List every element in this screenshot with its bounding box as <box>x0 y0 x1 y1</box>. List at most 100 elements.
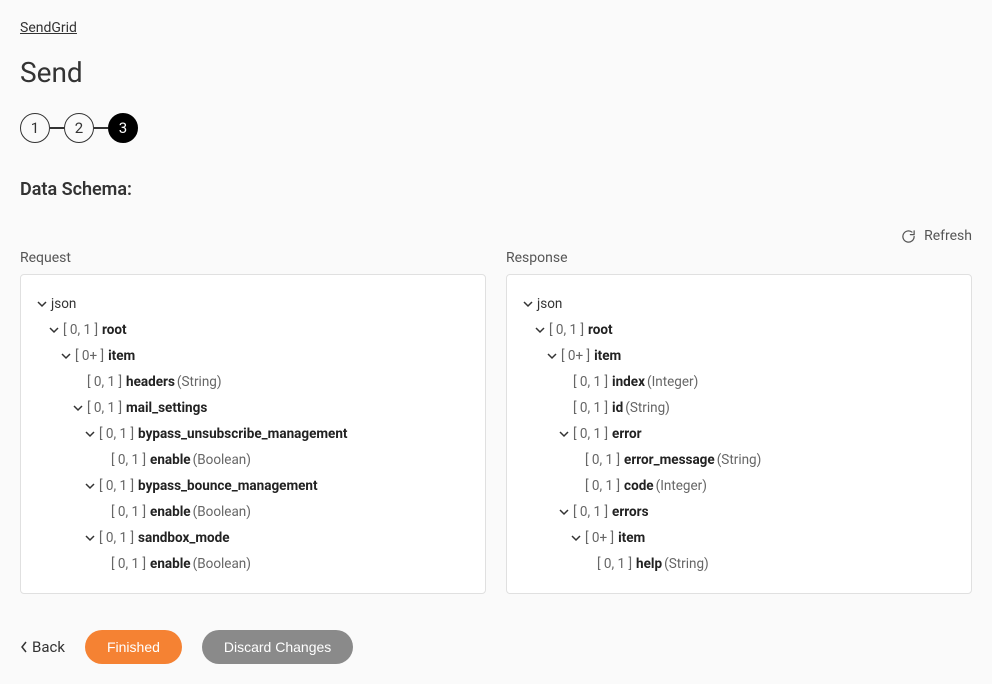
tree-node: [ 0, 1 ] help (String) <box>519 551 959 577</box>
tree-cardinality: [ 0, 1 ] <box>111 556 146 572</box>
tree-node: [ 0, 1 ] code (Integer) <box>519 473 959 499</box>
chevron-down-icon[interactable] <box>81 532 99 544</box>
tree-cardinality: [ 0, 1 ] <box>597 556 632 572</box>
tree-node: [ 0, 1 ] bypass_bounce_management <box>33 473 473 499</box>
tree-node-type: (String) <box>664 556 709 572</box>
tree-node-type: (String) <box>717 452 762 468</box>
tree-node: [ 0+ ] item <box>33 343 473 369</box>
tree-node: [ 0, 1 ] id (String) <box>519 395 959 421</box>
tree-node-name: bypass_unsubscribe_management <box>138 426 347 442</box>
tree-node-name: item <box>108 348 135 364</box>
tree-node-name: item <box>594 348 621 364</box>
chevron-down-icon[interactable] <box>81 428 99 440</box>
tree-cardinality: [ 0, 1 ] <box>549 322 584 338</box>
response-label: Response <box>506 250 972 266</box>
chevron-down-icon[interactable] <box>543 350 561 362</box>
tree-node: json <box>519 291 959 317</box>
tree-node: [ 0+ ] item <box>519 343 959 369</box>
step-3[interactable]: 3 <box>108 113 138 143</box>
refresh-button[interactable]: Refresh <box>20 228 972 244</box>
tree-node-name: errors <box>612 504 648 520</box>
page-title: Send <box>20 56 972 89</box>
tree-cardinality: [ 0+ ] <box>585 530 614 546</box>
tree-cardinality: [ 0+ ] <box>75 348 104 364</box>
tree-node-type: (Integer) <box>647 374 698 390</box>
tree-node: [ 0, 1 ] index (Integer) <box>519 369 959 395</box>
response-panel: json[ 0, 1 ] root[ 0+ ] item[ 0, 1 ] ind… <box>506 274 972 594</box>
tree-node-name: root <box>102 322 127 338</box>
tree-cardinality: [ 0, 1 ] <box>99 426 134 442</box>
tree-cardinality: [ 0, 1 ] <box>111 452 146 468</box>
tree-cardinality: [ 0, 1 ] <box>585 452 620 468</box>
tree-node: [ 0, 1 ] error <box>519 421 959 447</box>
chevron-down-icon[interactable] <box>567 532 585 544</box>
tree-node-type: (Boolean) <box>193 452 251 468</box>
refresh-icon <box>901 229 916 244</box>
tree-node: [ 0, 1 ] enable (Boolean) <box>33 551 473 577</box>
tree-node: json <box>33 291 473 317</box>
chevron-left-icon <box>20 641 28 653</box>
chevron-down-icon[interactable] <box>519 298 537 310</box>
tree-node-name: help <box>636 556 662 572</box>
discard-button[interactable]: Discard Changes <box>202 630 353 664</box>
chevron-down-icon[interactable] <box>33 298 51 310</box>
tree-node-name: code <box>624 478 654 494</box>
chevron-down-icon[interactable] <box>531 324 549 336</box>
tree-node: [ 0, 1 ] bypass_unsubscribe_management <box>33 421 473 447</box>
tree-cardinality: [ 0, 1 ] <box>63 322 98 338</box>
tree-cardinality: [ 0, 1 ] <box>585 478 620 494</box>
response-column: Response json[ 0, 1 ] root[ 0+ ] item[ 0… <box>506 250 972 594</box>
tree-node-name: mail_settings <box>126 400 207 416</box>
back-label: Back <box>32 638 65 656</box>
tree-node-name: item <box>618 530 645 546</box>
tree-node-name: sandbox_mode <box>138 530 229 546</box>
tree-node: [ 0, 1 ] errors <box>519 499 959 525</box>
tree-node-name: enable <box>150 504 191 520</box>
step-2[interactable]: 2 <box>64 113 94 143</box>
tree-node: [ 0, 1 ] root <box>519 317 959 343</box>
tree-node-type: (Boolean) <box>193 504 251 520</box>
tree-cardinality: [ 0, 1 ] <box>573 504 608 520</box>
chevron-down-icon[interactable] <box>45 324 63 336</box>
tree-node: [ 0, 1 ] headers (String) <box>33 369 473 395</box>
chevron-down-icon[interactable] <box>57 350 75 362</box>
tree-node: [ 0+ ] item <box>519 525 959 551</box>
chevron-down-icon[interactable] <box>555 428 573 440</box>
back-button[interactable]: Back <box>20 638 65 656</box>
step-connector <box>94 127 108 129</box>
request-label: Request <box>20 250 486 266</box>
tree-node-name: index <box>612 374 645 390</box>
tree-node-type: (Integer) <box>656 478 707 494</box>
tree-node: [ 0, 1 ] mail_settings <box>33 395 473 421</box>
tree-node-type: (Boolean) <box>193 556 251 572</box>
tree-cardinality: [ 0, 1 ] <box>573 374 608 390</box>
tree-cardinality: [ 0, 1 ] <box>111 504 146 520</box>
chevron-down-icon[interactable] <box>81 480 99 492</box>
step-connector <box>50 127 64 129</box>
step-1[interactable]: 1 <box>20 113 50 143</box>
tree-cardinality: [ 0+ ] <box>561 348 590 364</box>
tree-cardinality: [ 0, 1 ] <box>99 478 134 494</box>
chevron-down-icon[interactable] <box>555 506 573 518</box>
tree-cardinality: [ 0, 1 ] <box>99 530 134 546</box>
section-title: Data Schema: <box>20 179 972 200</box>
tree-cardinality: [ 0, 1 ] <box>87 374 122 390</box>
tree-cardinality: [ 0, 1 ] <box>573 400 608 416</box>
tree-node-type: (String) <box>625 400 670 416</box>
finished-button[interactable]: Finished <box>85 630 182 664</box>
tree-node: [ 0, 1 ] error_message (String) <box>519 447 959 473</box>
tree-node: [ 0, 1 ] sandbox_mode <box>33 525 473 551</box>
tree-cardinality: [ 0, 1 ] <box>87 400 122 416</box>
tree-node: [ 0, 1 ] enable (Boolean) <box>33 447 473 473</box>
chevron-down-icon[interactable] <box>69 402 87 414</box>
tree-node-name: id <box>612 400 623 416</box>
tree-node-name: root <box>588 322 613 338</box>
tree-node-name: error_message <box>624 452 715 468</box>
breadcrumb[interactable]: SendGrid <box>20 20 77 36</box>
request-panel: json[ 0, 1 ] root[ 0+ ] item[ 0, 1 ] hea… <box>20 274 486 594</box>
tree-node: [ 0, 1 ] enable (Boolean) <box>33 499 473 525</box>
request-column: Request json[ 0, 1 ] root[ 0+ ] item[ 0,… <box>20 250 486 594</box>
tree-node-name: headers <box>126 374 175 390</box>
stepper: 123 <box>20 113 972 143</box>
tree-node-name: enable <box>150 556 191 572</box>
